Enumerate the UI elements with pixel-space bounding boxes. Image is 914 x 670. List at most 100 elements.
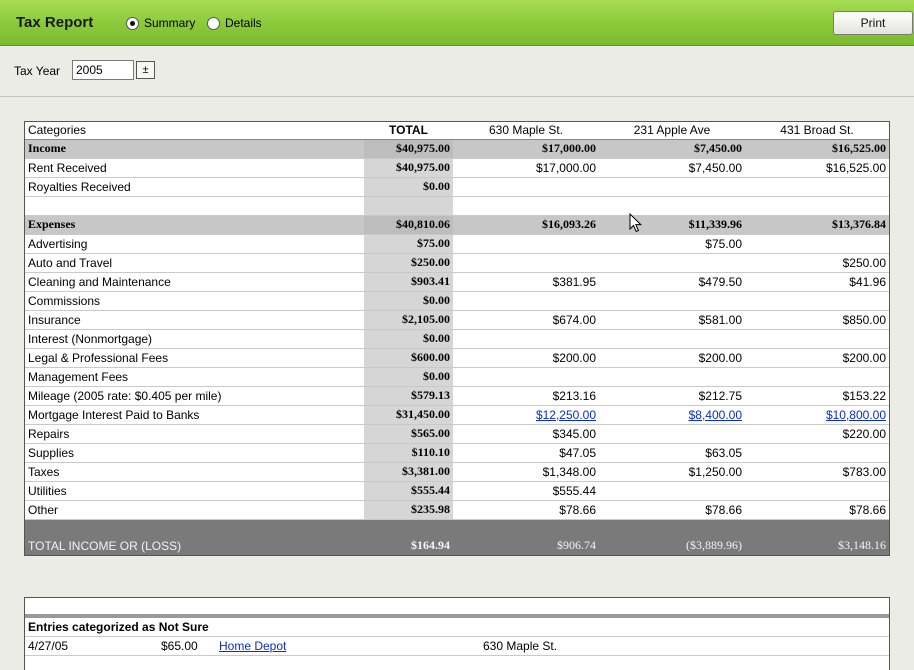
amount-link[interactable]: $8,400.00 — [689, 408, 742, 422]
table-row[interactable]: Legal & Professional Fees $600.00 $200.00 $… — [25, 348, 889, 368]
cell-c1 — [453, 253, 599, 273]
cell-tot: $0.00 — [364, 367, 453, 387]
cell-c2 — [599, 367, 745, 387]
cell-cat: Legal & Professional Fees — [25, 348, 364, 368]
cell-c3: $783.00 — [745, 462, 889, 482]
cell-cat: Rent Received — [25, 158, 364, 178]
cell-cat: Mortgage Interest Paid to Banks — [25, 405, 364, 425]
tax-year-input[interactable] — [72, 60, 134, 80]
cell-c1 — [453, 234, 599, 254]
print-button[interactable]: Print — [833, 11, 913, 35]
cell-c1: $12,250.00 — [453, 405, 599, 425]
cell-c3: $250.00 — [745, 253, 889, 273]
table-row[interactable]: Royalties Received $0.00 — [25, 177, 889, 197]
table-row[interactable]: Rent Received $40,975.00 $17,000.00 $7,450.… — [25, 158, 889, 178]
amount-link[interactable]: $12,250.00 — [536, 408, 596, 422]
cell-c3: $3,148.16 — [745, 519, 889, 555]
cell-c3: $16,525.00 — [745, 139, 889, 159]
cell-tot: $600.00 — [364, 348, 453, 368]
table-row[interactable]: Auto and Travel $250.00 $250.00 — [25, 253, 889, 273]
cell-c2: $7,450.00 — [599, 139, 745, 159]
table-row[interactable]: Interest (Nonmortgage) $0.00 — [25, 329, 889, 349]
tax-year-label: Tax Year — [14, 64, 61, 78]
cell-c1 — [453, 177, 599, 197]
summary-radio[interactable] — [126, 16, 139, 30]
cell-cat: TOTAL INCOME OR (LOSS) — [25, 519, 364, 555]
cell-c2: $581.00 — [599, 310, 745, 330]
cell-cat: Expenses — [25, 215, 364, 235]
cell-c1: $17,000.00 — [453, 139, 599, 159]
table-row[interactable]: Insurance $2,105.00 $674.00 $581.00 $850.00 — [25, 310, 889, 330]
entry-amount: $65.00 — [161, 639, 198, 653]
table-row[interactable]: Mortgage Interest Paid to Banks $31,450.0… — [25, 405, 889, 425]
amount-link[interactable]: $10,800.00 — [826, 408, 886, 422]
cell-c3: $220.00 — [745, 424, 889, 444]
cell-c2 — [599, 424, 745, 444]
entry-payee-link[interactable]: Home Depot — [219, 637, 286, 656]
cell-tot: $3,381.00 — [364, 462, 453, 482]
cell-tot: $0.00 — [364, 291, 453, 311]
cell-c1: $674.00 — [453, 310, 599, 330]
cell-c3: $13,376.84 — [745, 215, 889, 235]
details-radio[interactable] — [207, 16, 220, 30]
cell-tot: $555.44 — [364, 481, 453, 501]
income-section-row: Income $40,975.00 $17,000.00 $7,450.00 $16,5… — [25, 139, 889, 159]
cell-cat: Repairs — [25, 424, 364, 444]
cell-c3 — [745, 177, 889, 197]
column-header: 630 Maple St. — [453, 122, 599, 140]
cell-c3: $850.00 — [745, 310, 889, 330]
cell-c2: $7,450.00 — [599, 158, 745, 178]
not-sure-panel-bar — [25, 598, 889, 618]
table-row[interactable]: Utilities $555.44 $555.44 — [25, 481, 889, 501]
table-row[interactable]: Mileage (2005 rate: $0.405 per mile) $579… — [25, 386, 889, 406]
cell-tot: $235.98 — [364, 500, 453, 520]
cell-tot: $903.41 — [364, 272, 453, 292]
tax-report-table: Categories TOTAL 630 Maple St. 231 Apple Av… — [24, 121, 890, 556]
not-sure-entry[interactable]: 4/27/05 $65.00 Home Depot 630 Maple St. — [25, 637, 889, 656]
cell-c3: $78.66 — [745, 500, 889, 520]
cell-cat: Mileage (2005 rate: $0.405 per mile) — [25, 386, 364, 406]
cell-c3 — [745, 481, 889, 501]
cell-cat: Income — [25, 139, 364, 159]
cell-c1: $17,000.00 — [453, 158, 599, 178]
cell-cat: Royalties Received — [25, 177, 364, 197]
tax-year-spinner-icon[interactable]: ± — [136, 61, 155, 79]
table-row[interactable]: Taxes $3,381.00 $1,348.00 $1,250.00 $783.00 — [25, 462, 889, 482]
table-row[interactable]: Repairs $565.00 $345.00 $220.00 — [25, 424, 889, 444]
cell-c1: $555.44 — [453, 481, 599, 501]
cell-c1: $906.74 — [453, 519, 599, 555]
cell-cat: Utilities — [25, 481, 364, 501]
cell-c2 — [599, 291, 745, 311]
cell-cat: Management Fees — [25, 367, 364, 387]
table-row[interactable]: Advertising $75.00 $75.00 — [25, 234, 889, 254]
cell-tot: $164.94 — [364, 519, 453, 555]
cell-tot: $31,450.00 — [364, 405, 453, 425]
table-row[interactable]: Cleaning and Maintenance $903.41 $381.95 $4… — [25, 272, 889, 292]
summary-radio-option[interactable]: Summary — [126, 16, 195, 30]
table-row[interactable]: Management Fees $0.00 — [25, 367, 889, 387]
table-row[interactable]: Other $235.98 $78.66 $78.66 $78.66 — [25, 500, 889, 520]
cell-cat: Advertising — [25, 234, 364, 254]
divider — [0, 96, 914, 97]
mouse-pointer-icon — [629, 213, 643, 233]
details-radio-option[interactable]: Details — [207, 16, 262, 30]
cell-c2: $1,250.00 — [599, 462, 745, 482]
details-radio-label: Details — [225, 16, 262, 30]
summary-radio-label: Summary — [144, 16, 196, 30]
cell-c1: $200.00 — [453, 348, 599, 368]
total-income-loss-row: TOTAL INCOME OR (LOSS) $164.94 $906.74 ($3,… — [25, 519, 889, 555]
cell-cat: Interest (Nonmortgage) — [25, 329, 364, 349]
cell-c3 — [745, 196, 889, 216]
cell-tot: $40,975.00 — [364, 158, 453, 178]
column-header: Categories — [25, 122, 364, 140]
cell-tot: $2,105.00 — [364, 310, 453, 330]
cell-cat: Other — [25, 500, 364, 520]
cell-cat: Supplies — [25, 443, 364, 463]
cell-c3 — [745, 329, 889, 349]
cell-tot: $110.10 — [364, 443, 453, 463]
cell-c2: $63.05 — [599, 443, 745, 463]
cell-tot: $250.00 — [364, 253, 453, 273]
cell-c1: $381.95 — [453, 272, 599, 292]
table-row[interactable]: Supplies $110.10 $47.05 $63.05 — [25, 443, 889, 463]
table-row[interactable]: Commissions $0.00 — [25, 291, 889, 311]
